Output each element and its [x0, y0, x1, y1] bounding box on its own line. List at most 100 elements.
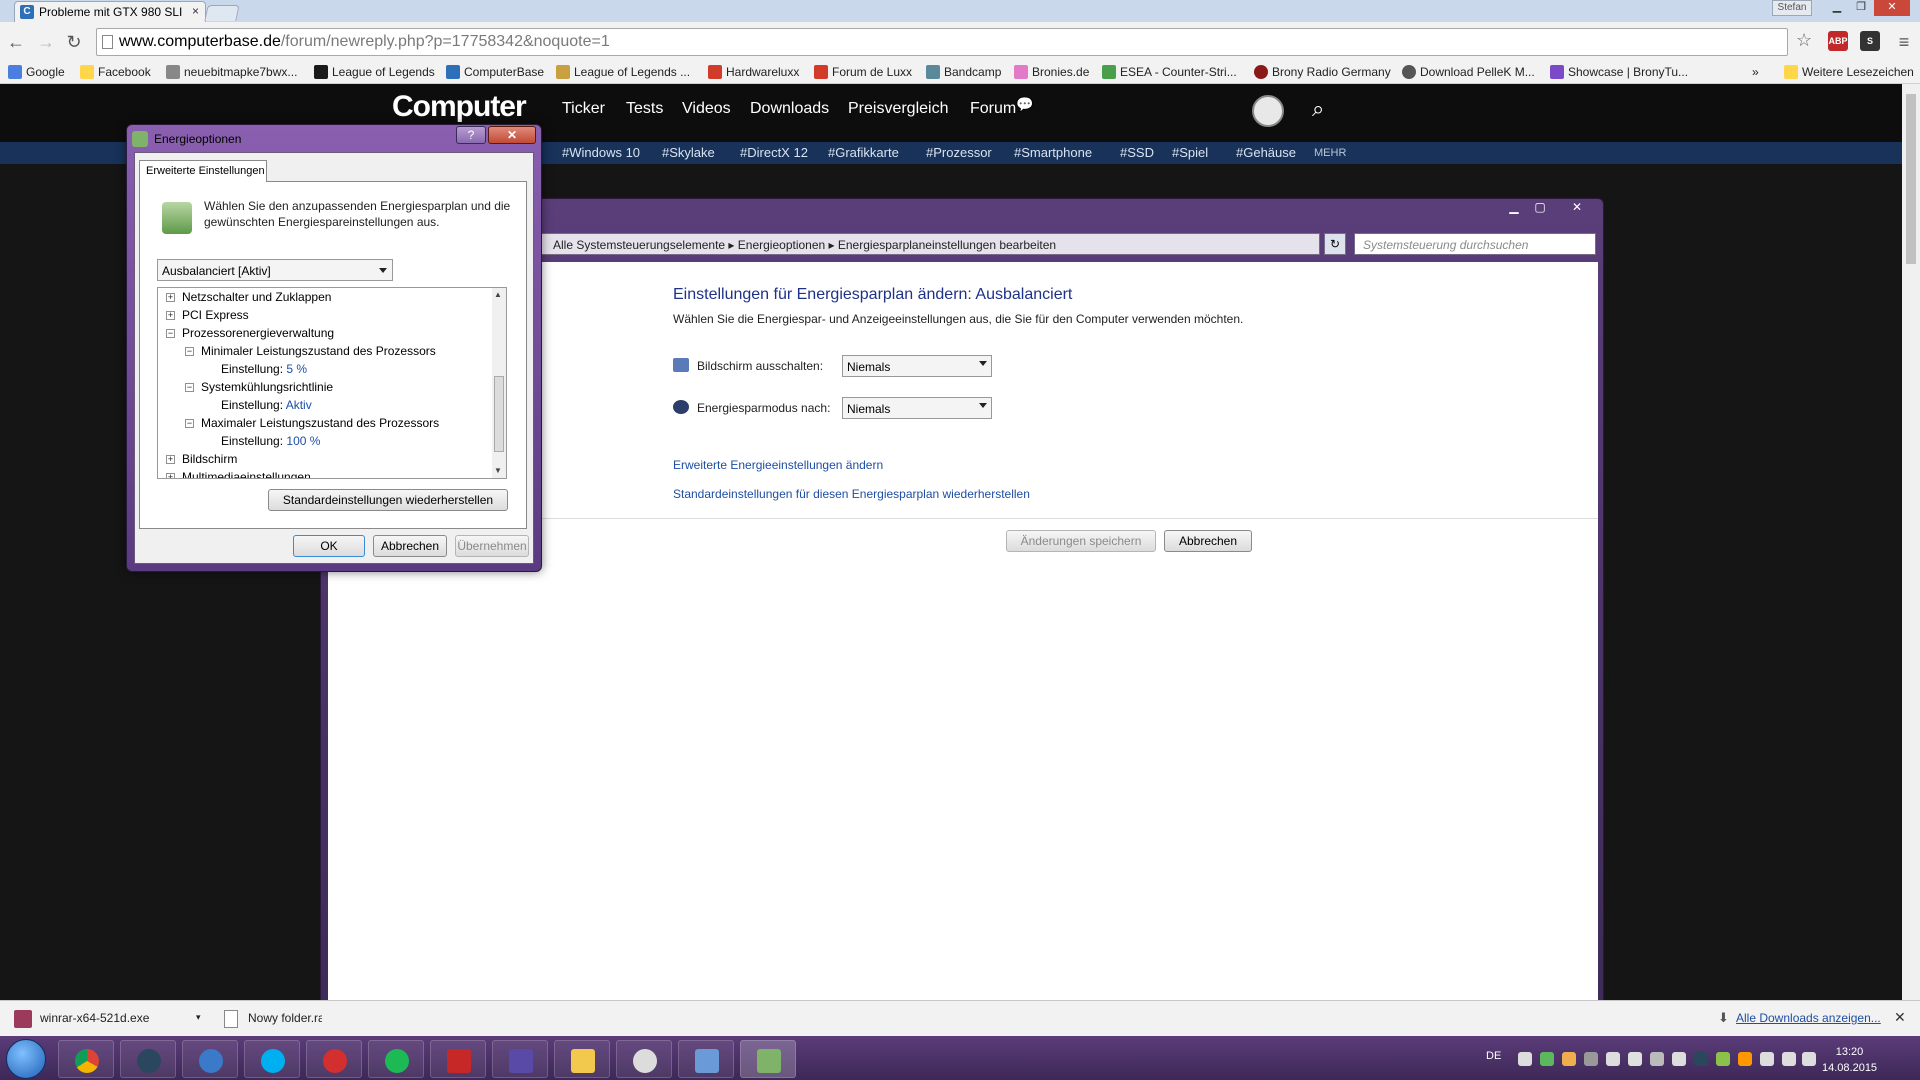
- setting-value[interactable]: Aktiv: [286, 398, 312, 412]
- bookmark-forum-de-luxx[interactable]: Forum de Luxx: [814, 63, 912, 81]
- tag-smartphone[interactable]: #Smartphone: [1014, 145, 1092, 160]
- ok-button[interactable]: OK: [293, 535, 365, 557]
- tray-icon[interactable]: [1606, 1052, 1620, 1066]
- plan-dropdown[interactable]: Ausbalanciert [Aktiv]: [157, 259, 393, 281]
- collapse-icon[interactable]: −: [185, 347, 194, 357]
- restore-defaults-button[interactable]: Standardeinstellungen wiederherstellen: [268, 489, 508, 511]
- download-item[interactable]: Nowy folder.rar: [222, 1006, 322, 1032]
- page-scrollbar-thumb[interactable]: [1906, 94, 1916, 264]
- tag-prozessor[interactable]: #Prozessor: [926, 145, 992, 160]
- tree-item[interactable]: + Bildschirm: [166, 452, 237, 466]
- tag-directx-12[interactable]: #DirectX 12: [740, 145, 808, 160]
- nav-ticker[interactable]: Ticker: [562, 100, 605, 118]
- nav-preisvergleich[interactable]: Preisvergleich: [848, 100, 948, 118]
- dialog-close-icon[interactable]: ✕: [488, 126, 536, 144]
- tray-icon[interactable]: [1738, 1052, 1752, 1066]
- taskbar-flash[interactable]: [430, 1040, 486, 1078]
- restore-icon[interactable]: ❐: [1850, 0, 1872, 16]
- help-button[interactable]: ?: [456, 126, 486, 144]
- sleep-dropdown[interactable]: Niemals: [842, 397, 992, 419]
- taskbar-spotify[interactable]: [368, 1040, 424, 1078]
- taskbar-cpu[interactable]: [492, 1040, 548, 1078]
- tree-item[interactable]: + Multimediaeinstellungen: [166, 470, 311, 478]
- nav-videos[interactable]: Videos: [682, 100, 731, 118]
- nav-forum[interactable]: Forum: [970, 100, 1016, 118]
- avatar[interactable]: [1252, 95, 1284, 127]
- flag-icon[interactable]: [1802, 1052, 1816, 1066]
- tray-icon[interactable]: [1518, 1052, 1532, 1066]
- bookmark-neuebitmap[interactable]: neuebitmapke7bwx...: [166, 63, 297, 81]
- tree-setting[interactable]: Einstellung: Aktiv: [221, 398, 312, 412]
- taskbar-chrome[interactable]: [58, 1040, 114, 1078]
- collapse-icon[interactable]: −: [185, 383, 194, 393]
- reload-icon[interactable]: ↻: [62, 30, 86, 54]
- tree-item[interactable]: − Systemkühlungsrichtlinie: [185, 380, 333, 394]
- show-all-downloads-link[interactable]: Alle Downloads anzeigen...: [1736, 1011, 1881, 1025]
- tree-setting[interactable]: Einstellung: 5 %: [221, 362, 307, 376]
- tree-scrollbar-thumb[interactable]: [494, 376, 504, 452]
- apply-button[interactable]: Übernehmen: [455, 535, 529, 557]
- expand-icon[interactable]: +: [166, 311, 175, 321]
- language-indicator[interactable]: DE: [1486, 1050, 1501, 1062]
- cp-cancel-button[interactable]: Abbrechen: [1164, 530, 1252, 552]
- tag-gehaeuse[interactable]: #Gehäuse: [1236, 145, 1296, 160]
- taskbar-skype[interactable]: [244, 1040, 300, 1078]
- computerbase-logo[interactable]: Computer: [392, 90, 527, 124]
- site-search-icon[interactable]: ⌕: [1312, 96, 1324, 122]
- bookmark-google[interactable]: Google: [8, 63, 65, 81]
- bookmark-bandcamp[interactable]: Bandcamp: [926, 63, 1001, 81]
- downloads-close-icon[interactable]: ✕: [1894, 1009, 1906, 1026]
- taskbar-explorer[interactable]: [554, 1040, 610, 1078]
- nav-tests[interactable]: Tests: [626, 100, 663, 118]
- tag-ssd[interactable]: #SSD: [1120, 145, 1154, 160]
- tab-close-icon[interactable]: ×: [192, 4, 199, 18]
- tag-grafikkarte[interactable]: #Grafikkarte: [828, 145, 899, 160]
- settings-tree[interactable]: + Netzschalter und Zuklappen + PCI Express…: [157, 287, 507, 479]
- window-close-icon[interactable]: ✕: [1874, 0, 1910, 16]
- taskbar-steam[interactable]: [120, 1040, 176, 1078]
- tray-icon[interactable]: [1584, 1052, 1598, 1066]
- browser-tab-active[interactable]: C Probleme mit GTX 980 SLI ×: [14, 1, 206, 22]
- adblock-plus-icon[interactable]: ABP: [1828, 31, 1848, 51]
- display-off-dropdown[interactable]: Niemals: [842, 355, 992, 377]
- cp-maximize-icon[interactable]: ▢: [1526, 200, 1554, 218]
- bookmark-hardwareluxx[interactable]: Hardwareluxx: [708, 63, 799, 81]
- tray-icon[interactable]: [1650, 1052, 1664, 1066]
- download-item[interactable]: winrar-x64-521d.exe ▾: [10, 1006, 206, 1032]
- tray-icon[interactable]: [1562, 1052, 1576, 1066]
- taskbar-power-options[interactable]: [740, 1040, 796, 1078]
- address-bar[interactable]: www.computerbase.de/forum/newreply.php?p…: [96, 28, 1788, 56]
- tray-icon[interactable]: [1540, 1052, 1554, 1066]
- collapse-icon[interactable]: −: [185, 419, 194, 429]
- tree-setting[interactable]: Einstellung: 100 %: [221, 434, 320, 448]
- minimize-icon[interactable]: ▁: [1826, 0, 1848, 16]
- bookmark-computerbase[interactable]: ComputerBase: [446, 63, 544, 81]
- tree-item[interactable]: + PCI Express: [166, 308, 249, 322]
- bookmark-star-icon[interactable]: ☆: [1796, 30, 1812, 51]
- setting-value[interactable]: 100 %: [286, 434, 320, 448]
- bookmark-brony-radio[interactable]: Brony Radio Germany: [1254, 63, 1391, 81]
- start-button-icon[interactable]: [6, 1039, 46, 1079]
- advanced-settings-link[interactable]: Erweiterte Energieeinstellungen ändern: [673, 458, 883, 472]
- cp-search-input[interactable]: Systemsteuerung durchsuchen: [1354, 233, 1596, 255]
- tray-icon[interactable]: [1628, 1052, 1642, 1066]
- volume-icon[interactable]: [1782, 1052, 1796, 1066]
- bookmark-lol-2[interactable]: League of Legends ...: [556, 63, 690, 81]
- tag-windows-10[interactable]: #Windows 10: [562, 145, 640, 160]
- tree-item[interactable]: − Minimaler Leistungszustand des Prozesso…: [185, 344, 436, 358]
- taskbar-media[interactable]: [182, 1040, 238, 1078]
- bookmark-pellek[interactable]: Download PelleK M...: [1402, 63, 1535, 81]
- setting-value[interactable]: 5 %: [286, 362, 307, 376]
- tree-item[interactable]: − Maximaler Leistungszustand des Prozesso…: [185, 416, 439, 430]
- expand-icon[interactable]: +: [166, 455, 175, 465]
- expand-icon[interactable]: +: [166, 473, 175, 478]
- save-changes-button[interactable]: Änderungen speichern: [1006, 530, 1156, 552]
- nav-downloads[interactable]: Downloads: [750, 100, 829, 118]
- tray-icon[interactable]: [1672, 1052, 1686, 1066]
- scroll-up-icon[interactable]: ▲: [494, 290, 502, 299]
- bookmark-esea[interactable]: ESEA - Counter-Stri...: [1102, 63, 1237, 81]
- steam-tray-icon[interactable]: [1694, 1052, 1708, 1066]
- tag-spiel[interactable]: #Spiel: [1172, 145, 1208, 160]
- cp-close-icon[interactable]: ✕: [1560, 200, 1594, 218]
- bookmark-showcase[interactable]: Showcase | BronyTu...: [1550, 63, 1688, 81]
